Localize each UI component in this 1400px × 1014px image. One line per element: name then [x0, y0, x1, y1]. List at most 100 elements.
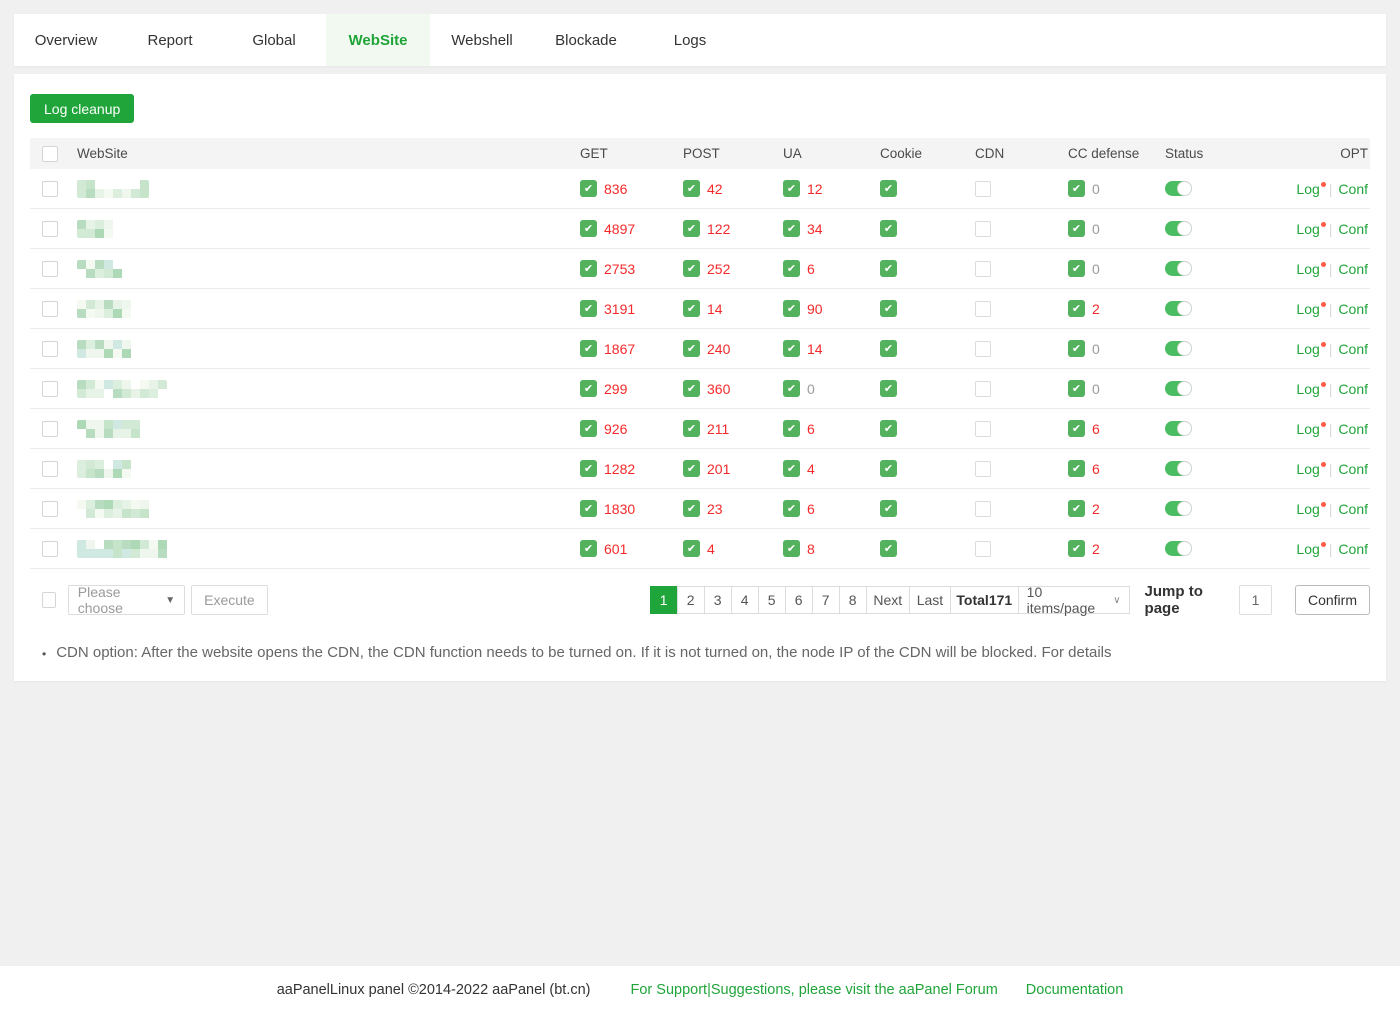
conf-link[interactable]: Conf — [1338, 421, 1368, 437]
cdn-checkbox[interactable] — [975, 341, 991, 357]
get-enabled-check-icon[interactable]: ✔ — [580, 540, 597, 557]
log-cleanup-button[interactable]: Log cleanup — [30, 94, 134, 123]
bulk-select-checkbox[interactable] — [42, 592, 56, 608]
log-link[interactable]: Log — [1296, 381, 1325, 397]
cc-defense-check-icon[interactable]: ✔ — [1068, 260, 1085, 277]
cc-defense-check-icon[interactable]: ✔ — [1068, 340, 1085, 357]
cdn-checkbox[interactable] — [975, 181, 991, 197]
log-link[interactable]: Log — [1296, 501, 1325, 517]
tab-website[interactable]: WebSite — [326, 14, 430, 66]
post-enabled-check-icon[interactable]: ✔ — [683, 540, 700, 557]
page-button-2[interactable]: 2 — [677, 586, 705, 614]
row-checkbox[interactable] — [42, 301, 58, 317]
post-enabled-check-icon[interactable]: ✔ — [683, 460, 700, 477]
status-toggle[interactable] — [1165, 221, 1192, 236]
ua-enabled-check-icon[interactable]: ✔ — [783, 220, 800, 237]
row-checkbox[interactable] — [42, 341, 58, 357]
cookie-enabled-check-icon[interactable]: ✔ — [880, 540, 897, 557]
row-checkbox[interactable] — [42, 541, 58, 557]
cookie-enabled-check-icon[interactable]: ✔ — [880, 500, 897, 517]
ua-enabled-check-icon[interactable]: ✔ — [783, 180, 800, 197]
cookie-enabled-check-icon[interactable]: ✔ — [880, 380, 897, 397]
confirm-button[interactable]: Confirm — [1295, 585, 1370, 615]
execute-button[interactable]: Execute — [191, 585, 268, 615]
website-name-redacted[interactable] — [77, 380, 167, 398]
row-checkbox[interactable] — [42, 381, 58, 397]
cookie-enabled-check-icon[interactable]: ✔ — [880, 420, 897, 437]
cookie-enabled-check-icon[interactable]: ✔ — [880, 180, 897, 197]
cdn-checkbox[interactable] — [975, 301, 991, 317]
cdn-checkbox[interactable] — [975, 261, 991, 277]
tab-global[interactable]: Global — [222, 14, 326, 66]
website-name-redacted[interactable] — [77, 460, 137, 478]
cdn-checkbox[interactable] — [975, 541, 991, 557]
cookie-enabled-check-icon[interactable]: ✔ — [880, 220, 897, 237]
get-enabled-check-icon[interactable]: ✔ — [580, 420, 597, 437]
ua-enabled-check-icon[interactable]: ✔ — [783, 420, 800, 437]
bulk-action-select[interactable]: Please choose ▼ — [68, 585, 185, 615]
get-enabled-check-icon[interactable]: ✔ — [580, 500, 597, 517]
get-enabled-check-icon[interactable]: ✔ — [580, 380, 597, 397]
jump-page-input[interactable] — [1239, 585, 1272, 615]
cdn-checkbox[interactable] — [975, 221, 991, 237]
get-enabled-check-icon[interactable]: ✔ — [580, 260, 597, 277]
row-checkbox[interactable] — [42, 181, 58, 197]
last-page-button[interactable]: Last — [909, 586, 951, 614]
status-toggle[interactable] — [1165, 421, 1192, 436]
ua-enabled-check-icon[interactable]: ✔ — [783, 500, 800, 517]
documentation-link[interactable]: Documentation — [1026, 982, 1124, 998]
conf-link[interactable]: Conf — [1338, 181, 1368, 197]
cc-defense-check-icon[interactable]: ✔ — [1068, 380, 1085, 397]
cookie-enabled-check-icon[interactable]: ✔ — [880, 260, 897, 277]
page-button-5[interactable]: 5 — [758, 586, 786, 614]
post-enabled-check-icon[interactable]: ✔ — [683, 420, 700, 437]
row-checkbox[interactable] — [42, 261, 58, 277]
cdn-checkbox[interactable] — [975, 381, 991, 397]
website-name-redacted[interactable] — [77, 180, 149, 198]
conf-link[interactable]: Conf — [1338, 501, 1368, 517]
row-checkbox[interactable] — [42, 421, 58, 437]
tab-blockade[interactable]: Blockade — [534, 14, 638, 66]
log-link[interactable]: Log — [1296, 181, 1325, 197]
page-button-3[interactable]: 3 — [704, 586, 732, 614]
log-link[interactable]: Log — [1296, 221, 1325, 237]
tab-overview[interactable]: Overview — [14, 14, 118, 66]
log-link[interactable]: Log — [1296, 341, 1325, 357]
cdn-checkbox[interactable] — [975, 421, 991, 437]
cookie-enabled-check-icon[interactable]: ✔ — [880, 300, 897, 317]
cc-defense-check-icon[interactable]: ✔ — [1068, 500, 1085, 517]
cookie-enabled-check-icon[interactable]: ✔ — [880, 340, 897, 357]
post-enabled-check-icon[interactable]: ✔ — [683, 380, 700, 397]
page-button-1[interactable]: 1 — [650, 586, 678, 614]
cc-defense-check-icon[interactable]: ✔ — [1068, 300, 1085, 317]
cookie-enabled-check-icon[interactable]: ✔ — [880, 460, 897, 477]
post-enabled-check-icon[interactable]: ✔ — [683, 180, 700, 197]
conf-link[interactable]: Conf — [1338, 301, 1368, 317]
row-checkbox[interactable] — [42, 501, 58, 517]
cdn-checkbox[interactable] — [975, 461, 991, 477]
website-name-redacted[interactable] — [77, 500, 157, 518]
tab-report[interactable]: Report — [118, 14, 222, 66]
tab-logs[interactable]: Logs — [638, 14, 742, 66]
post-enabled-check-icon[interactable]: ✔ — [683, 340, 700, 357]
post-enabled-check-icon[interactable]: ✔ — [683, 220, 700, 237]
items-per-page-select[interactable]: 10 items/page∨ — [1018, 586, 1130, 614]
post-enabled-check-icon[interactable]: ✔ — [683, 260, 700, 277]
get-enabled-check-icon[interactable]: ✔ — [580, 180, 597, 197]
ua-enabled-check-icon[interactable]: ✔ — [783, 460, 800, 477]
forum-link[interactable]: For Support|Suggestions, please visit th… — [631, 982, 998, 998]
status-toggle[interactable] — [1165, 541, 1192, 556]
page-button-7[interactable]: 7 — [812, 586, 840, 614]
row-checkbox[interactable] — [42, 221, 58, 237]
page-button-6[interactable]: 6 — [785, 586, 813, 614]
status-toggle[interactable] — [1165, 341, 1192, 356]
conf-link[interactable]: Conf — [1338, 461, 1368, 477]
status-toggle[interactable] — [1165, 461, 1192, 476]
conf-link[interactable]: Conf — [1338, 221, 1368, 237]
ua-enabled-check-icon[interactable]: ✔ — [783, 540, 800, 557]
ua-enabled-check-icon[interactable]: ✔ — [783, 300, 800, 317]
website-name-redacted[interactable] — [77, 540, 172, 558]
website-name-redacted[interactable] — [77, 220, 121, 238]
status-toggle[interactable] — [1165, 301, 1192, 316]
cc-defense-check-icon[interactable]: ✔ — [1068, 460, 1085, 477]
